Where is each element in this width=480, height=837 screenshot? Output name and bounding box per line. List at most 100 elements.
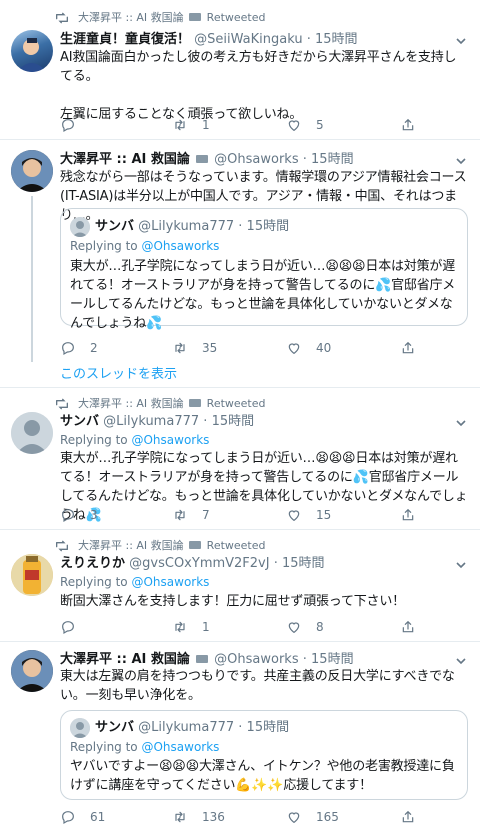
context-suffix: Retweeted (206, 539, 266, 552)
quoted-tweet[interactable]: サンバ @Lilykuma777 · 15時間 Replying to @Ohs… (60, 710, 468, 800)
like-button[interactable]: 8 (286, 618, 324, 636)
user-handle[interactable]: @SeiiWaKingaku (194, 32, 302, 47)
like-count: 165 (316, 809, 339, 824)
timestamp[interactable]: 15時間 (311, 652, 354, 667)
reply-mention[interactable]: @Ohsaworks (131, 433, 209, 447)
avatar (70, 217, 90, 237)
heart-icon (288, 622, 300, 634)
share-icon (402, 341, 414, 354)
tweet-text: 東大は左翼の肩を持つつもりです。共産主義の反日大学にすべきでない。一刻も早い浄化… (60, 669, 455, 703)
tweet[interactable]: 大澤昇平 :: AI 救国論 @Ohsaworks · 15時間 東大は左翼の肩… (0, 642, 480, 837)
like-count: 8 (316, 619, 324, 634)
timestamp[interactable]: 15時間 (315, 32, 358, 47)
retweet-button[interactable]: 136 (172, 808, 225, 826)
avatar[interactable] (11, 30, 53, 72)
share-button[interactable] (400, 506, 430, 524)
like-button[interactable]: 165 (286, 808, 339, 826)
display-name[interactable]: 生涯童貞！童貞復活！ (60, 32, 190, 47)
tweet[interactable]: 大澤昇平 :: AI 救国論 Retweeted 生涯童貞！童貞復活！ @Sei… (0, 0, 480, 140)
display-name[interactable]: 大澤昇平 :: AI 救国論 (60, 652, 190, 667)
context-name[interactable]: 大澤昇平 :: AI 救国論 (78, 539, 184, 552)
context-suffix: Retweeted (206, 397, 266, 410)
reply-icon (62, 621, 74, 635)
reply-mention[interactable]: @Ohsaworks (131, 575, 209, 589)
like-count: 15 (316, 507, 332, 522)
timestamp[interactable]: 15時間 (212, 414, 255, 429)
retweet-count: 35 (202, 340, 218, 355)
timestamp[interactable]: 15時間 (311, 152, 354, 167)
reply-button[interactable]: 61 (60, 808, 105, 826)
context-name[interactable]: 大澤昇平 :: AI 救国論 (78, 11, 184, 24)
quoted-text: 東大が…孔子学院になってしまう日が近い…😫😫😫日本は対策が遅れてる！オーストラリ… (70, 259, 456, 331)
reply-button[interactable]: 3 (60, 506, 98, 524)
heart-icon (288, 510, 300, 522)
reply-prefix: Replying to (70, 239, 142, 253)
retweet-count: 1 (202, 117, 210, 132)
user-handle[interactable]: @Lilykuma777 (103, 414, 199, 429)
quoted-tweet[interactable]: サンバ @Lilykuma777 · 15時間 Replying to @Ohs… (60, 208, 468, 331)
retweet-count: 7 (202, 507, 210, 522)
avatar[interactable] (11, 650, 53, 692)
tweet[interactable]: 大澤昇平 :: AI 救国論 @Ohsaworks · 15時間 残念ながら一部… (0, 140, 480, 388)
verified-icon (196, 654, 209, 663)
like-count: 40 (316, 340, 332, 355)
reply-button[interactable] (60, 618, 90, 636)
show-thread-link[interactable]: このスレッドを表示 (60, 365, 177, 384)
heart-icon (288, 120, 300, 132)
avatar[interactable] (11, 150, 53, 192)
timestamp: 15時間 (246, 219, 290, 234)
like-button[interactable]: 5 (286, 116, 324, 134)
share-button[interactable] (400, 808, 430, 826)
reply-button[interactable]: 2 (60, 339, 98, 357)
display-name: サンバ (95, 720, 135, 735)
user-handle: @Lilykuma777 (138, 720, 235, 735)
retweet-icon (175, 811, 185, 823)
chevron-down-icon[interactable] (454, 654, 468, 668)
timestamp: 15時間 (246, 720, 290, 735)
retweet-button[interactable]: 7 (172, 506, 210, 524)
tweet[interactable]: 大澤昇平 :: AI 救国論 Retweeted えりえりか @gvsCOxYm… (0, 530, 480, 642)
tweet[interactable]: 大澤昇平 :: AI 救国論 Retweeted サンバ @Lilykuma77… (0, 388, 480, 530)
like-button[interactable]: 15 (286, 506, 331, 524)
context-name[interactable]: 大澤昇平 :: AI 救国論 (78, 397, 184, 410)
retweet-icon (56, 12, 68, 24)
reply-prefix: Replying to (60, 575, 132, 589)
reply-mention[interactable]: @Ohsaworks (141, 239, 219, 253)
reply-button[interactable] (60, 116, 90, 134)
reply-icon (62, 811, 74, 825)
like-button[interactable]: 40 (286, 339, 331, 357)
retweet-icon (56, 398, 68, 410)
user-handle[interactable]: @gvsCOxYmmV2F2vJ (129, 556, 269, 571)
tweet-text: AI救国論面白かったし彼の考え方も好きだから大澤昇平さんを支持してる。 左翼に屈… (60, 50, 457, 122)
display-name[interactable]: えりえりか (60, 556, 125, 571)
chevron-down-icon[interactable] (454, 558, 468, 572)
share-button[interactable] (400, 116, 430, 134)
avatar[interactable] (11, 412, 53, 454)
share-button[interactable] (400, 618, 430, 636)
reply-count: 3 (90, 507, 98, 522)
reply-mention[interactable]: @Ohsaworks (141, 740, 219, 754)
retweet-count: 136 (202, 809, 225, 824)
avatar[interactable] (11, 554, 53, 596)
share-button[interactable] (400, 339, 430, 357)
reply-icon (62, 342, 74, 356)
chevron-down-icon[interactable] (454, 34, 468, 48)
tweet-text: 断固大澤さんを支持します！圧力に屈せず頑張って下さい！ (60, 594, 405, 609)
user-handle: @Lilykuma777 (138, 219, 235, 234)
heart-icon (288, 343, 300, 355)
verified-icon (189, 399, 202, 407)
retweet-icon (175, 342, 185, 354)
chevron-down-icon[interactable] (454, 416, 468, 430)
retweet-button[interactable]: 35 (172, 339, 217, 357)
display-name[interactable]: サンバ (60, 414, 99, 429)
chevron-down-icon[interactable] (454, 154, 468, 168)
retweet-icon (175, 119, 185, 131)
retweet-button[interactable]: 1 (172, 116, 210, 134)
retweet-button[interactable]: 1 (172, 618, 210, 636)
user-handle[interactable]: @Ohsaworks (214, 152, 298, 167)
reply-prefix: Replying to (60, 433, 132, 447)
user-handle[interactable]: @Ohsaworks (214, 652, 298, 667)
verified-icon (196, 154, 209, 163)
timestamp[interactable]: 15時間 (282, 556, 325, 571)
display-name[interactable]: 大澤昇平 :: AI 救国論 (60, 152, 190, 167)
